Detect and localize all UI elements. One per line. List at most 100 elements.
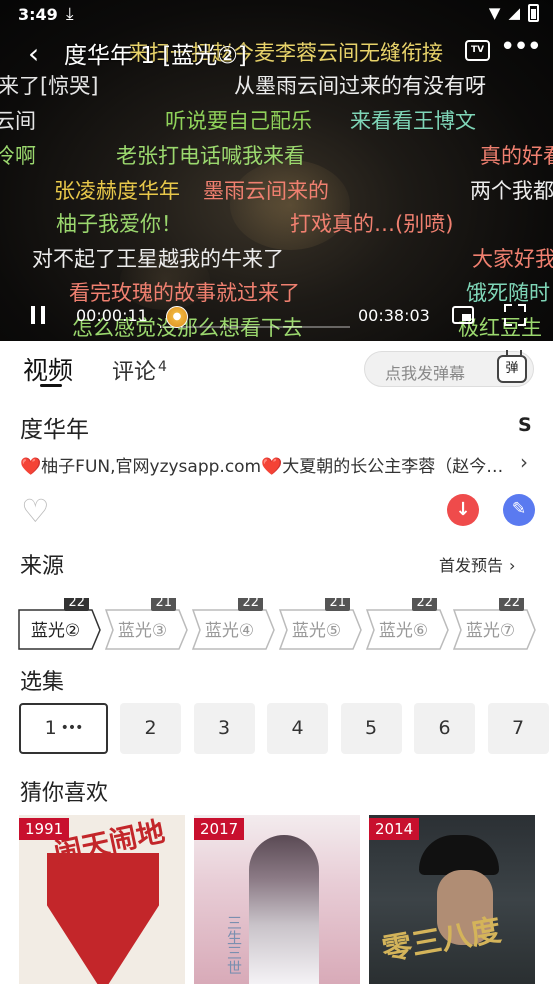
source-chip[interactable]: 蓝光⑦ 22 [453,598,536,650]
danmaku-comment: 老张打电话喊我来看 [116,144,305,168]
recommend-list: 闹天闹地 1991 三生三世 2017 零三八度 2014 [19,815,553,984]
danmaku-comment: 来看看王博文 [350,109,476,133]
tab-active-indicator [40,384,62,387]
source-chip[interactable]: 蓝光④ 22 [192,598,275,650]
recommend-card[interactable]: 零三八度 2014 [369,815,535,984]
trailer-link-label: 首发预告 [439,556,504,575]
progress-bar[interactable] [160,326,350,328]
share-icon[interactable]: ✎ [503,494,535,526]
episode-button[interactable]: 1 ••• [19,703,108,754]
signal-icon: ◢ [508,4,520,22]
source-chip-count: 22 [64,598,89,611]
download-status-icon: ⤓ [66,4,74,24]
status-time: 3:49 [18,5,58,24]
year-badge: 2014 [369,818,420,840]
source-chip-count: 22 [499,598,524,611]
poster-title: 零三八度 [379,912,504,969]
poster-image [419,835,499,875]
episodes-section-title: 选集 [20,670,65,695]
danmaku-comment: 墨雨云间来的 [203,179,329,203]
source-chip-label: 蓝光⑦ [465,621,516,641]
total-duration: 00:38:03 [358,306,430,325]
source-chip-label: 蓝光④ [204,621,255,641]
year-badge: 1991 [19,818,70,840]
danmaku-comment: 两个我都看 [470,179,553,203]
episode-number: 5 [364,717,378,739]
episode-button[interactable]: 5 [340,703,402,754]
episode-button[interactable]: 2 [120,703,181,754]
heart-icon[interactable]: ♡ [21,495,50,527]
more-options-icon[interactable]: ••• [500,32,542,62]
trailer-link[interactable]: 首发预告 › [439,552,515,576]
tab-comments[interactable]: 评论 4 [112,354,167,386]
picture-in-picture-icon[interactable] [452,306,474,324]
player-controls: 00:00:11 ● 00:38:03 [0,300,553,334]
chevron-right-icon[interactable]: › [520,450,528,474]
source-chip-count: 21 [151,598,176,611]
status-icons: ▼ ◢ [489,4,539,22]
poster-image [249,835,319,984]
danmaku-input[interactable]: 点我发弹幕 弹 [364,350,534,387]
episode-number: 3 [217,717,231,739]
video-title: 度华年 1 [蓝光②] [64,43,247,69]
danmaku-input-placeholder: 点我发弹幕 [385,364,466,383]
source-chip[interactable]: 蓝光② 22 [18,598,101,650]
pause-icon[interactable] [31,306,45,324]
show-title: 度华年 [20,417,89,443]
source-chip-label: 蓝光② [30,621,81,641]
danmaku-comment: 听说要自己配乐 [165,109,312,133]
poster-image [47,853,159,984]
source-chip-label: 蓝光⑥ [378,621,429,641]
danmaku-comment: 柚子我爱你！ [56,212,182,236]
recommend-card[interactable]: 闹天闹地 1991 [19,815,185,984]
episode-number: 4 [291,717,304,739]
current-time: 00:00:11 [76,306,148,325]
episode-button[interactable]: 4 [267,703,328,754]
cast-tv-icon[interactable]: TV [465,40,490,61]
source-list: 蓝光② 22 蓝光③ 21 蓝光④ 22 蓝光⑤ 21 蓝光⑥ 22 蓝光⑦ 22 [18,598,553,650]
battery-icon [528,4,539,22]
wifi-icon: ▼ [488,4,501,22]
status-bar: 3:49 ⤓ ▼ ◢ [0,0,553,30]
year-badge: 2017 [194,818,245,840]
recommend-card[interactable]: 三生三世 2017 [194,815,360,984]
progress-thumb-icon[interactable]: ● [166,306,188,328]
source-chip[interactable]: 蓝光③ 21 [105,598,188,650]
download-icon[interactable]: ↓ [447,494,479,526]
danmaku-comment: 对不起了王星越我的牛来了 [32,247,284,271]
show-description[interactable]: ❤️柚子FUN,官网yzysapp.com❤️大夏朝的长公主李蓉（赵今麦饰）与 [20,452,520,477]
episode-number: 1 [44,717,57,739]
source-chip-count: 21 [325,598,350,611]
source-chip-count: 22 [238,598,263,611]
progress-fill [160,326,161,328]
danmaku-comment: 冷啊 [0,144,36,168]
episode-button[interactable]: 3 [193,703,255,754]
player-top-bar: ‹ 度华年 1 [蓝光②] TV ••• [0,30,553,74]
tab-video[interactable]: 视频 [23,351,73,387]
danmaku-comment: 真的好看 [480,144,553,168]
danmaku-comment: 从墨雨云间过来的有没有呀 [234,74,486,98]
episode-button[interactable]: 7 [487,703,549,754]
tab-comments-label: 评论 [112,360,157,385]
danmaku-comment: 云间 [0,109,36,133]
chevron-right-icon: › [509,556,516,575]
source-chip[interactable]: 蓝光⑥ 22 [366,598,449,650]
source-chip-count: 22 [412,598,437,611]
fullscreen-icon[interactable] [504,304,526,326]
rating-badge: S [518,414,532,436]
source-section-title: 来源 [20,554,65,579]
source-chip-label: 蓝光③ [117,621,168,641]
source-chip[interactable]: 蓝光⑤ 21 [279,598,362,650]
episode-number: 2 [144,717,157,739]
danmaku-comment: 来了[惊哭] [0,74,99,98]
danmaku-comment: 打戏真的…(别喷) [290,212,454,236]
back-icon[interactable]: ‹ [28,37,39,70]
video-player[interactable]: 来扫一扫赵今麦李蓉云间无缝衔接 来了[惊哭] 从墨雨云间过来的有没有呀 云间 听… [0,0,553,341]
source-chip-label: 蓝光⑤ [291,621,342,641]
episode-button[interactable]: 6 [414,703,475,754]
playing-indicator-icon: ••• [60,720,84,736]
danmaku-comment: 张凌赫度华年 [54,179,180,203]
episode-list: 1 ••• 2 3 4 5 6 7 [19,703,553,755]
episode-number: 7 [511,717,525,739]
danmaku-toggle-icon[interactable]: 弹 [497,350,527,383]
